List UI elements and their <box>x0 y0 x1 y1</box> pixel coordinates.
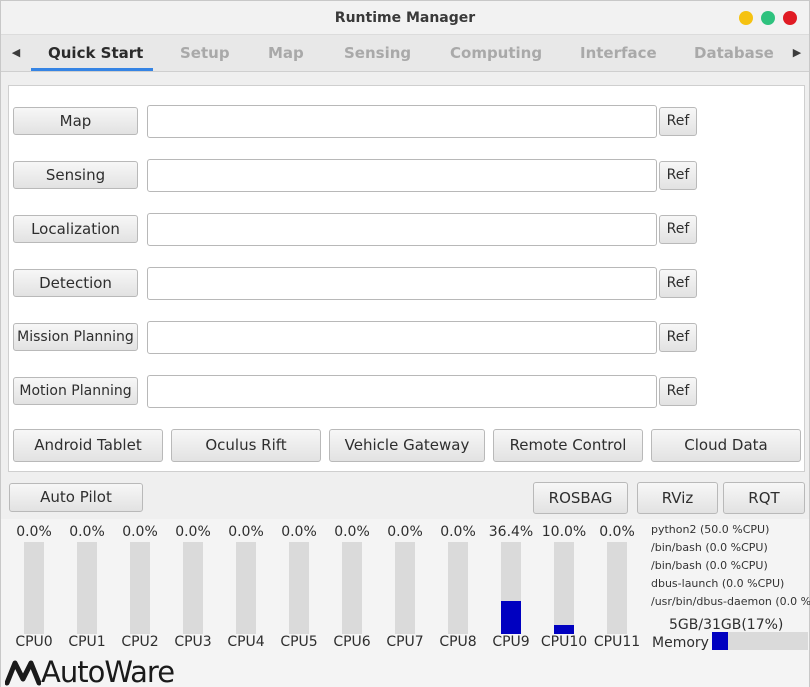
mission-planning-ref-button[interactable]: Ref <box>659 323 697 352</box>
cpu-label: CPU2 <box>121 634 159 650</box>
vehicle-gateway-button[interactable]: Vehicle Gateway <box>329 429 485 462</box>
rviz-button[interactable]: RViz <box>637 482 718 514</box>
mission-planning-path-input[interactable] <box>147 321 657 354</box>
cpu-percent: 0.0% <box>599 524 635 540</box>
map-path-input[interactable] <box>147 105 657 138</box>
close-button[interactable] <box>783 11 797 25</box>
cpu-label: CPU6 <box>333 634 371 650</box>
cpu-percent: 36.4% <box>488 524 534 540</box>
cloud-data-button[interactable]: Cloud Data <box>651 429 801 462</box>
minimize-button[interactable] <box>739 11 753 25</box>
cpu-label: CPU10 <box>540 634 588 650</box>
cpu-label: CPU0 <box>15 634 53 650</box>
rqt-button[interactable]: RQT <box>723 482 805 514</box>
cpu-bar-fill <box>554 625 574 634</box>
cpu-label: CPU4 <box>227 634 265 650</box>
window-title: Runtime Manager <box>334 10 476 26</box>
cpu-percent: 0.0% <box>175 524 211 540</box>
cpu-bar <box>448 542 468 634</box>
cpu-bar <box>24 542 44 634</box>
map-button[interactable]: Map <box>13 107 138 135</box>
cpu-percent: 0.0% <box>16 524 52 540</box>
cpu-percent: 0.0% <box>387 524 423 540</box>
autoware-logo-text: AutoWare <box>41 655 175 687</box>
sensing-path-input[interactable] <box>147 159 657 192</box>
memory-bar-fill <box>712 632 729 650</box>
runtime-manager-window: Runtime Manager ◀ Quick Start Setup Map … <box>0 0 810 687</box>
cpu-bar <box>236 542 256 634</box>
detection-path-input[interactable] <box>147 267 657 300</box>
cpu-percent: 0.0% <box>334 524 370 540</box>
tab-sensing[interactable]: Sensing <box>344 44 411 62</box>
rosbag-button[interactable]: ROSBAG <box>533 482 628 514</box>
cpu-label: CPU7 <box>386 634 424 650</box>
cpu-bar <box>130 542 150 634</box>
cpu-label: CPU8 <box>439 634 477 650</box>
cpu-bar <box>77 542 97 634</box>
mission-planning-button[interactable]: Mission Planning <box>13 323 138 351</box>
tab-map[interactable]: Map <box>268 44 304 62</box>
localization-path-input[interactable] <box>147 213 657 246</box>
sensing-button[interactable]: Sensing <box>13 161 138 189</box>
cpu-percent: 0.0% <box>440 524 476 540</box>
cpu-percent: 0.0% <box>281 524 317 540</box>
cpu-bar-fill <box>501 601 521 634</box>
oculus-rift-button[interactable]: Oculus Rift <box>171 429 321 462</box>
motion-planning-path-input[interactable] <box>147 375 657 408</box>
tab-interface[interactable]: Interface <box>580 44 657 62</box>
process-item: /usr/bin/dbus-daemon (0.0 % <box>651 595 810 608</box>
cpu-bar <box>342 542 362 634</box>
tab-database[interactable]: Database <box>694 44 774 62</box>
motion-planning-ref-button[interactable]: Ref <box>659 377 697 406</box>
maximize-button[interactable] <box>761 11 775 25</box>
tab-scroll-right-icon[interactable]: ▶ <box>791 45 803 61</box>
cpu-label: CPU1 <box>68 634 106 650</box>
cpu-bar <box>501 542 521 634</box>
detection-button[interactable]: Detection <box>13 269 138 297</box>
detection-ref-button[interactable]: Ref <box>659 269 697 298</box>
active-tab-indicator <box>31 68 153 71</box>
cpu-label: CPU5 <box>280 634 318 650</box>
process-item: /bin/bash (0.0 %CPU) <box>651 559 768 572</box>
process-item: dbus-launch (0.0 %CPU) <box>651 577 785 590</box>
cpu-percent: 0.0% <box>122 524 158 540</box>
title-bar: Runtime Manager <box>1 1 809 35</box>
cpu-bar <box>395 542 415 634</box>
quick-start-panel: Map Ref Sensing Ref Localization Ref Det… <box>8 85 805 472</box>
tab-strip: ◀ Quick Start Setup Map Sensing Computin… <box>1 35 809 72</box>
auto-pilot-button[interactable]: Auto Pilot <box>9 483 143 512</box>
tab-quick-start[interactable]: Quick Start <box>48 44 143 62</box>
cpu-percent: 0.0% <box>69 524 105 540</box>
tab-setup[interactable]: Setup <box>180 44 230 62</box>
tab-computing[interactable]: Computing <box>450 44 542 62</box>
localization-ref-button[interactable]: Ref <box>659 215 697 244</box>
process-item: python2 (50.0 %CPU) <box>651 523 770 536</box>
remote-control-button[interactable]: Remote Control <box>493 429 643 462</box>
sensing-ref-button[interactable]: Ref <box>659 161 697 190</box>
process-item: /bin/bash (0.0 %CPU) <box>651 541 768 554</box>
map-ref-button[interactable]: Ref <box>659 107 697 136</box>
system-status-area: 0.0% CPU0 0.0% CPU1 0.0% CPU2 0.0% CPU3 0.0% CPU4… <box>1 519 810 687</box>
autoware-logo-icon <box>5 660 41 686</box>
localization-button[interactable]: Localization <box>13 215 138 243</box>
tab-scroll-left-icon[interactable]: ◀ <box>10 45 22 61</box>
motion-planning-button[interactable]: Motion Planning <box>13 377 138 405</box>
cpu-label: CPU9 <box>492 634 530 650</box>
android-tablet-button[interactable]: Android Tablet <box>13 429 163 462</box>
cpu-bar <box>554 542 574 634</box>
cpu-bar <box>607 542 627 634</box>
cpu-label: CPU3 <box>174 634 212 650</box>
cpu-bar <box>289 542 309 634</box>
cpu-percent: 10.0% <box>541 524 587 540</box>
cpu-label: CPU11 <box>593 634 641 650</box>
memory-usage-text: 5GB/31GB(17%) <box>669 617 784 633</box>
cpu-bar <box>183 542 203 634</box>
memory-bar <box>712 632 808 650</box>
memory-label: Memory <box>652 635 709 651</box>
cpu-percent: 0.0% <box>228 524 264 540</box>
